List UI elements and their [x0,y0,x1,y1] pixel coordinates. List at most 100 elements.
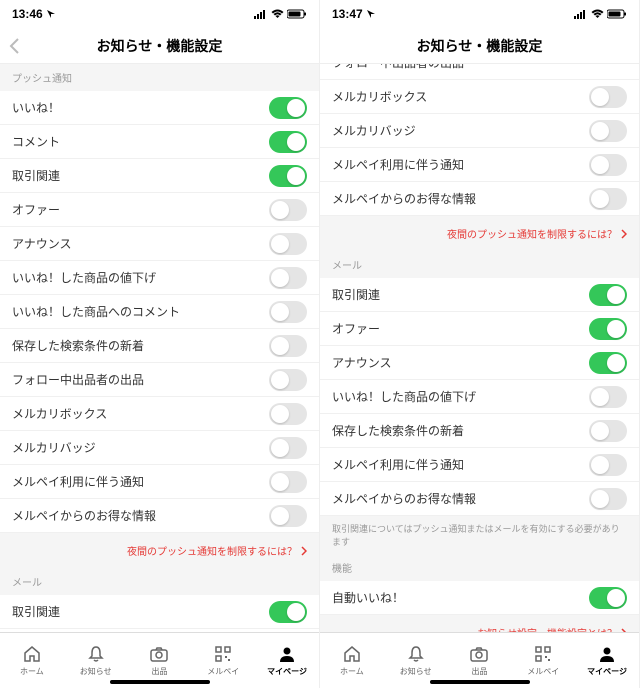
list-row: 取引関連 [320,278,639,312]
user-icon [597,644,617,664]
row-label: メルカリバッジ [332,122,416,139]
row-label: オファー [12,201,60,218]
toggle-switch[interactable] [269,97,307,119]
list-row: メルカリボックス [320,80,639,114]
list-row: メルペイ利用に伴う通知 [0,465,319,499]
row-label: メルカリボックス [12,405,107,422]
home-icon [342,644,362,664]
tab-label: お知らせ [400,666,432,677]
phone-left: 13:46 お知らせ・機能設定 プッシュ通知 いいね！コメント取引関連オファーア… [0,0,320,688]
row-label: 保存した検索条件の新着 [332,422,464,439]
row-label: コメント [12,133,60,150]
signal-icon [254,9,268,19]
tab-label: ホーム [340,666,364,677]
content-right: フォロー中出品者の出品 メルカリボックスメルカリバッジメルペイ利用に伴う通知メル… [320,64,639,632]
tab-home[interactable]: ホーム [0,633,64,688]
toggle-switch[interactable] [269,233,307,255]
list-row: アナウンス [0,227,319,261]
tab-home[interactable]: ホーム [320,633,384,688]
battery-icon [287,9,307,19]
list-row: 保存した検索条件の新着 [0,329,319,363]
toggle-switch[interactable] [269,471,307,493]
toggle-switch[interactable] [589,188,627,210]
toggle-switch[interactable] [589,420,627,442]
tab-user[interactable]: マイページ [575,633,639,688]
phone-right: 13:47 お知らせ・機能設定 フォロー中出品者の出品 メルカリボックスメルカリ… [320,0,640,688]
list-row: メルペイからのお得な情報 [320,482,639,516]
tab-label: 出品 [471,666,487,677]
toggle-switch[interactable] [589,386,627,408]
row-label: 取引関連 [12,167,60,184]
list-row: いいね！した商品の値下げ [320,380,639,414]
row-label: メルペイ利用に伴う通知 [332,456,464,473]
location-icon [46,9,56,19]
battery-icon [607,9,627,19]
qr-icon [533,644,553,664]
home-icon [22,644,42,664]
toggle-switch[interactable] [269,335,307,357]
toggle-switch[interactable] [589,318,627,340]
row-label: フォロー中出品者の出品 [332,64,464,71]
push-list: いいね！コメント取引関連オファーアナウンスいいね！した商品の値下げいいね！した商… [0,91,319,533]
toggle-switch[interactable] [269,199,307,221]
list-row: 取引関連 [0,159,319,193]
section-mail: メール [0,568,319,595]
toggle-switch[interactable] [269,601,307,623]
row-label: 保存した検索条件の新着 [12,337,144,354]
tabbar: ホームお知らせ出品メルペイマイページ [0,632,319,688]
toggle-switch[interactable] [269,131,307,153]
row-label: メルカリバッジ [12,439,96,456]
list-row: メルカリバッジ [320,114,639,148]
night-limit-link[interactable]: 夜間のプッシュ通知を制限するには？ [0,533,319,568]
tab-label: ホーム [20,666,44,677]
status-bar: 13:46 [0,0,319,28]
toggle-switch[interactable] [269,369,307,391]
toggle-switch[interactable] [589,284,627,306]
list-row-cut: フォロー中出品者の出品 [320,64,639,80]
toggle-switch[interactable] [589,120,627,142]
row-label: いいね！した商品の値下げ [332,388,476,405]
list-row: 自動いいね！ [320,581,639,615]
toggle-switch[interactable] [269,437,307,459]
toggle-switch[interactable] [269,403,307,425]
home-indicator[interactable] [430,680,530,684]
list-row: メルペイ利用に伴う通知 [320,448,639,482]
night-limit-link[interactable]: 夜間のプッシュ通知を制限するには？ [320,216,639,251]
toggle-switch[interactable] [589,454,627,476]
toggle-switch[interactable] [269,165,307,187]
toggle-switch[interactable] [589,587,627,609]
tab-label: お知らせ [80,666,112,677]
row-label: メルペイ利用に伴う通知 [12,473,144,490]
list-row: 保存した検索条件の新着 [320,414,639,448]
list-row: メルペイ利用に伴う通知 [320,148,639,182]
toggle-switch[interactable] [269,267,307,289]
chevron-right-icon [301,546,307,556]
tab-label: マイページ [267,666,307,677]
list-row: メルペイからのお得な情報 [0,499,319,533]
camera-icon [149,644,169,664]
toggle-switch[interactable] [269,505,307,527]
row-label: いいね！ [12,99,60,116]
list-row: コメント [0,125,319,159]
toggle-switch[interactable] [589,154,627,176]
user-icon [277,644,297,664]
toggle-switch[interactable] [589,86,627,108]
section-mail: メール [320,251,639,278]
tab-user[interactable]: マイページ [255,633,319,688]
list-row: アナウンス [320,346,639,380]
toggle-switch[interactable] [589,488,627,510]
toggle-switch[interactable] [269,301,307,323]
back-icon[interactable] [8,37,20,55]
location-icon [366,9,376,19]
header: お知らせ・機能設定 [320,28,639,64]
tab-label: マイページ [587,666,627,677]
toggle-switch[interactable] [589,352,627,374]
list-row: フォロー中出品者の出品 [0,363,319,397]
tab-label: メルペイ [527,666,559,677]
home-indicator[interactable] [110,680,210,684]
about-link[interactable]: お知らせ設定・機能設定とは？ [320,615,639,632]
tab-label: 出品 [151,666,167,677]
row-label: オファー [332,320,380,337]
list-row: メルカリボックス [0,397,319,431]
section-func: 機能 [320,554,639,581]
